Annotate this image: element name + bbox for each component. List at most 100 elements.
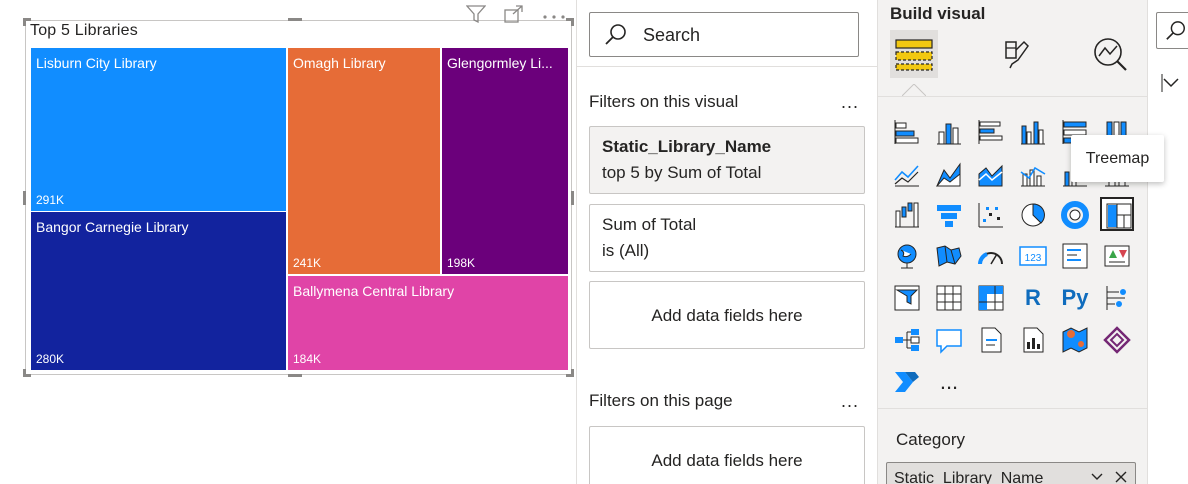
remove-field-icon[interactable]: [1114, 470, 1128, 484]
more-visuals-ellipsis: ...: [939, 369, 959, 394]
visual-add-data-fields-well[interactable]: Add data fields here: [589, 281, 865, 349]
filter-card-title: Static_Library_Name: [602, 137, 772, 156]
tile-value: 280K: [36, 352, 65, 366]
python-glyph: Py: [1061, 285, 1089, 310]
map-globe-icon[interactable]: [890, 239, 924, 273]
resize-handle[interactable]: [23, 191, 26, 205]
tab-format-visual[interactable]: [990, 30, 1038, 78]
filter-card-static-library-name[interactable]: Static_Library_Name top 5 by Sum of Tota…: [589, 126, 865, 194]
category-field-pill[interactable]: Static_Library_Name: [886, 462, 1136, 484]
treemap-tile[interactable]: Glengormley Li... 198K: [442, 48, 568, 274]
data-search-input[interactable]: [1156, 12, 1188, 49]
stacked-bar-chart-icon[interactable]: [890, 115, 924, 149]
python-visual-icon[interactable]: Py: [1058, 281, 1092, 315]
card-visual-icon[interactable]: 123: [1016, 239, 1050, 273]
line-chart-icon[interactable]: [890, 157, 924, 191]
active-tab-pointer: [902, 84, 926, 96]
waterfall-chart-icon[interactable]: [890, 198, 924, 232]
visual-title: Top 5 Libraries: [30, 22, 138, 39]
card-icon-number: 123: [1025, 253, 1042, 264]
resize-handle[interactable]: [571, 369, 574, 377]
tile-value: 241K: [293, 256, 322, 270]
data-pane-strip: [1147, 0, 1188, 484]
divider: [577, 66, 878, 67]
resize-handle[interactable]: [288, 374, 302, 377]
slicer-icon[interactable]: [890, 281, 924, 315]
tile-label: Lisburn City Library: [36, 55, 157, 71]
tile-label: Omagh Library: [293, 55, 386, 71]
clustered-bar-chart-icon[interactable]: [974, 115, 1008, 149]
build-visual-title: Build visual: [890, 4, 986, 23]
search-icon: [604, 23, 628, 52]
pie-chart-icon[interactable]: [1016, 198, 1050, 232]
filled-map-icon[interactable]: [932, 239, 966, 273]
page-add-data-fields-well[interactable]: Add data fields here: [589, 426, 865, 484]
smart-narrative-icon[interactable]: [974, 323, 1008, 357]
resize-handle[interactable]: [23, 369, 26, 377]
chevron-down-icon[interactable]: [1160, 72, 1182, 99]
resize-handle[interactable]: [571, 18, 574, 26]
power-automate-icon[interactable]: [890, 365, 924, 399]
azure-map-icon[interactable]: [1058, 323, 1092, 357]
get-more-visuals-button[interactable]: ...: [932, 365, 966, 399]
kpi-visual-icon[interactable]: [1100, 239, 1134, 273]
stacked-column-chart-icon[interactable]: [932, 115, 966, 149]
filter-card-subtitle: top 5 by Sum of Total: [602, 163, 762, 182]
r-script-visual-icon[interactable]: R: [1016, 281, 1050, 315]
search-placeholder: Search: [643, 25, 701, 45]
table-visual-icon[interactable]: [932, 281, 966, 315]
tab-build-visual[interactable]: [890, 30, 938, 78]
treemap-tile[interactable]: Ballymena Central Library 184K: [288, 276, 568, 370]
chevron-down-icon[interactable]: [1090, 470, 1104, 484]
search-icon: [1165, 20, 1187, 47]
build-visual-icon: [895, 39, 933, 71]
build-visual-pane: Build visual 123 R Py ... Category Stati…: [877, 0, 1148, 484]
funnel-chart-icon[interactable]: [932, 198, 966, 232]
focus-mode-icon[interactable]: [504, 5, 524, 28]
key-influencers-icon[interactable]: [1100, 281, 1134, 315]
treemap-tile[interactable]: Bangor Carnegie Library 280K: [31, 212, 286, 370]
treemap-tile[interactable]: Lisburn City Library 291K: [31, 48, 286, 211]
matrix-visual-icon[interactable]: [974, 281, 1008, 315]
tile-value: 184K: [293, 352, 322, 366]
filter-card-title: Sum of Total: [602, 215, 697, 234]
tile-label: Ballymena Central Library: [293, 283, 455, 299]
paginated-report-icon[interactable]: [1016, 323, 1050, 357]
tab-analytics[interactable]: [1086, 30, 1134, 78]
divider: [878, 408, 1148, 409]
treemap-tooltip: Treemap: [1071, 135, 1164, 182]
resize-handle[interactable]: [571, 191, 574, 205]
donut-chart-icon[interactable]: [1058, 198, 1092, 232]
gauge-chart-icon[interactable]: [974, 239, 1008, 273]
line-and-stacked-column-chart-icon[interactable]: [1016, 157, 1050, 191]
treemap-tile[interactable]: Omagh Library 241K: [288, 48, 440, 274]
visual-filters-more-button[interactable]: ...: [841, 92, 859, 113]
filters-on-visual-label: Filters on this visual: [589, 92, 739, 111]
divider: [878, 96, 1148, 97]
tile-value: 291K: [36, 193, 65, 207]
page-filters-more-button[interactable]: ...: [841, 391, 859, 412]
category-well-label: Category: [896, 430, 965, 449]
report-canvas: Top 5 Libraries Lisburn City Library 291…: [0, 0, 576, 484]
category-field-name: Static_Library_Name: [894, 470, 1044, 484]
multi-row-card-icon[interactable]: [1058, 239, 1092, 273]
tile-value: 198K: [447, 256, 476, 270]
treemap-visual-icon[interactable]: [1100, 197, 1134, 231]
add-data-fields-label: Add data fields here: [651, 451, 803, 470]
clustered-column-chart-icon[interactable]: [1016, 115, 1050, 149]
resize-handle[interactable]: [288, 18, 302, 21]
r-glyph: R: [1025, 285, 1041, 310]
qa-visual-icon[interactable]: [932, 323, 966, 357]
more-options-icon[interactable]: [542, 7, 566, 28]
stacked-area-chart-icon[interactable]: [974, 157, 1008, 191]
tile-label: Bangor Carnegie Library: [36, 219, 189, 235]
filters-search-input[interactable]: Search: [589, 12, 859, 57]
scatter-chart-icon[interactable]: [974, 198, 1008, 232]
add-data-fields-label: Add data fields here: [651, 306, 803, 325]
power-apps-icon[interactable]: [1100, 323, 1134, 357]
resize-handle[interactable]: [23, 18, 26, 26]
area-chart-icon[interactable]: [932, 157, 966, 191]
decomposition-tree-icon[interactable]: [890, 323, 924, 357]
filter-icon[interactable]: [465, 5, 487, 28]
filter-card-sum-of-total[interactable]: Sum of Total is (All): [589, 204, 865, 272]
